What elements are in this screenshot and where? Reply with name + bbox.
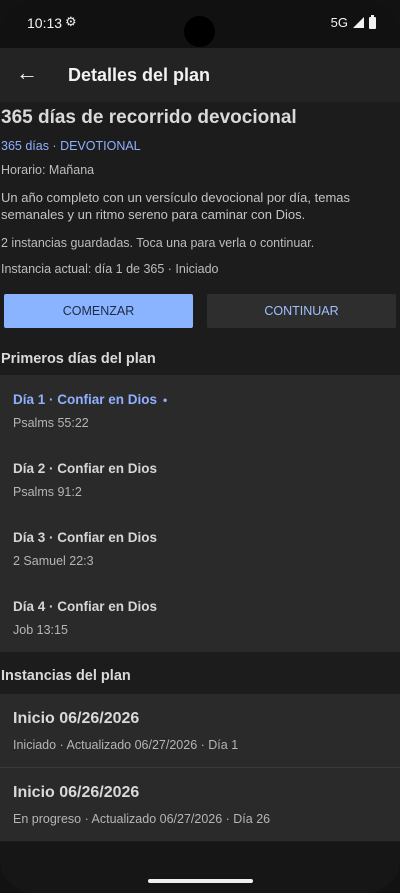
instance-card[interactable]: Inicio 06/26/2026 En progreso · Actualiz… xyxy=(0,768,400,841)
phone-screen: 10:13 ⚙ 5G ← Detalles del plan 365 días … xyxy=(0,0,400,893)
days-list: Día 1 · Confiar en Dios • Psalms 55:22 Dí… xyxy=(0,375,400,652)
camera-cutout xyxy=(184,16,215,47)
instance-title: Inicio 06/26/2026 xyxy=(13,784,140,801)
day-reference: Psalms 55:22 xyxy=(13,416,89,430)
app-bar: ← Detalles del plan xyxy=(0,48,400,102)
day-item[interactable]: Día 2 · Confiar en Dios Psalms 91:2 xyxy=(0,444,400,513)
instance-card[interactable]: Inicio 06/26/2026 Iniciado · Actualizado… xyxy=(0,694,400,767)
continue-button[interactable]: CONTINUAR xyxy=(207,294,396,328)
instances-note: 2 instancias guardadas. Toca una para ve… xyxy=(1,236,315,250)
status-time: 10:13 xyxy=(27,15,63,31)
plan-schedule: Horario: Mañana xyxy=(1,163,95,177)
days-section-title: Primeros días del plan xyxy=(1,351,156,367)
day-reference: Psalms 91:2 xyxy=(13,485,82,499)
day-item[interactable]: Día 1 · Confiar en Dios • Psalms 55:22 xyxy=(0,375,400,444)
day-title: Día 4 · Confiar en Dios xyxy=(13,599,158,614)
back-arrow-icon[interactable]: ← xyxy=(14,60,40,86)
battery-icon xyxy=(369,14,376,29)
current-instance: Instancia actual: día 1 de 365 · Iniciad… xyxy=(1,262,219,276)
day-reference: Job 13:15 xyxy=(13,623,68,637)
page-title: Detalles del plan xyxy=(68,65,211,85)
day-item[interactable]: Día 4 · Confiar en Dios Job 13:15 xyxy=(0,582,400,651)
day-title: Día 1 · Confiar en Dios • xyxy=(13,392,167,407)
status-bar: 10:13 ⚙ 5G xyxy=(0,0,400,48)
start-button[interactable]: COMENZAR xyxy=(4,294,193,328)
status-indicators: 5G xyxy=(330,14,376,30)
signal-icon xyxy=(353,17,364,28)
day-title: Día 3 · Confiar en Dios xyxy=(13,530,158,545)
system-nav-bar xyxy=(0,842,400,893)
gear-icon: ⚙ xyxy=(65,14,77,29)
current-day-dot-icon: • xyxy=(163,393,168,407)
plan-meta: 365 días · DEVOTIONAL xyxy=(1,139,141,153)
day-item[interactable]: Día 3 · Confiar en Dios 2 Samuel 22:3 xyxy=(0,513,400,582)
instance-subtitle: Iniciado · Actualizado 06/27/2026 · Día … xyxy=(13,738,239,752)
home-gesture-handle[interactable] xyxy=(148,879,253,883)
network-type: 5G xyxy=(330,15,348,30)
instance-subtitle: En progreso · Actualizado 06/27/2026 · D… xyxy=(13,812,271,826)
day-title-text: Día 1 · Confiar en Dios xyxy=(13,392,158,407)
day-reference: 2 Samuel 22:3 xyxy=(13,554,94,568)
day-title: Día 2 · Confiar en Dios xyxy=(13,461,158,476)
plan-description: Un año completo con un versículo devocio… xyxy=(1,190,351,222)
instance-title: Inicio 06/26/2026 xyxy=(13,710,140,727)
plan-title: 365 días de recorrido devocional xyxy=(1,107,297,128)
instances-section-title: Instancias del plan xyxy=(1,668,131,684)
